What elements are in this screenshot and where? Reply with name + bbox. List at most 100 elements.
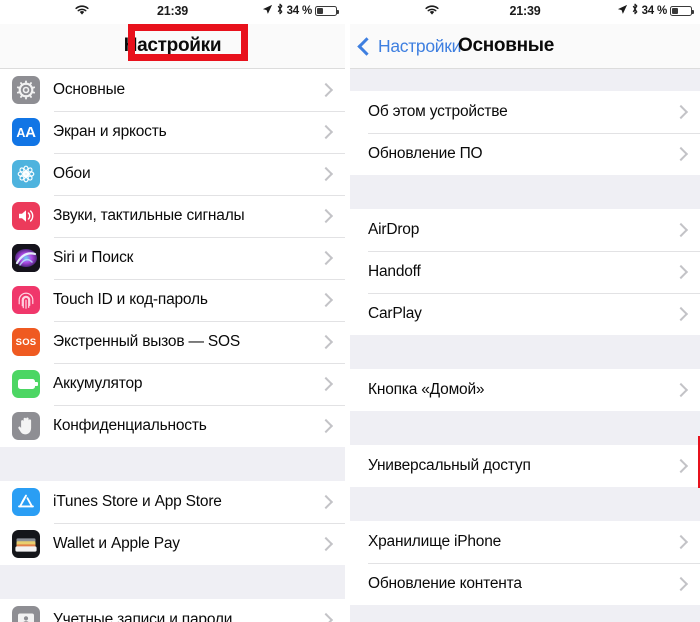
sidebar-item-label: Touch ID и код-пароль xyxy=(53,291,208,308)
chevron-right-icon xyxy=(673,306,689,322)
chevron-right-icon xyxy=(673,222,689,238)
chevron-right-icon xyxy=(318,494,334,510)
sidebar-item-2[interactable]: AA Экран и яркость xyxy=(0,111,345,153)
list-item[interactable]: Об этом устройстве xyxy=(350,91,700,133)
sidebar-item-5[interactable]: Siri и Поиск xyxy=(0,237,345,279)
sidebar-item-4[interactable]: Звуки, тактильные сигналы xyxy=(0,195,345,237)
status-right-cluster: 34 % xyxy=(617,3,695,18)
right-phone-screen: 21:39 34 % Настройки Основные Об этом ус… xyxy=(350,0,700,622)
chevron-right-icon xyxy=(318,124,334,140)
settings-group: Основные AA Экран и яркость Обои Звуки, такт… xyxy=(0,69,345,447)
list-item[interactable]: Кнопка «Домой» xyxy=(350,369,700,411)
sidebar-item-8[interactable]: Аккумулятор xyxy=(0,363,345,405)
sidebar-item-label: Звуки, тактильные сигналы xyxy=(53,207,245,224)
chevron-right-icon xyxy=(318,292,334,308)
list-item-label: Handoff xyxy=(368,263,421,280)
list-group-gap xyxy=(0,565,345,599)
chevron-right-icon xyxy=(673,104,689,120)
sidebar-item-label: Обои xyxy=(53,165,91,182)
status-bar-right: 21:39 34 % xyxy=(350,0,700,24)
bluetooth-icon xyxy=(276,3,284,18)
settings-group: AirDrop Handoff CarPlay xyxy=(350,209,700,335)
settings-group: Универсальный доступ xyxy=(350,445,700,487)
privacy-hand-icon xyxy=(12,412,40,440)
sidebar-item-label: Экран и яркость xyxy=(53,123,167,140)
list-group-gap xyxy=(350,335,700,369)
location-arrow-icon xyxy=(617,4,628,18)
list-item-accessibility[interactable]: Универсальный доступ xyxy=(350,445,700,487)
settings-group: Об этом устройстве Обновление ПО xyxy=(350,91,700,175)
list-group-gap xyxy=(0,447,345,481)
list-item-label: Обновление контента xyxy=(368,575,522,592)
chevron-left-icon xyxy=(357,36,376,56)
list-item[interactable]: CarPlay xyxy=(350,293,700,335)
siri-icon xyxy=(12,244,40,272)
list-group-gap xyxy=(350,69,700,91)
chevron-right-icon xyxy=(318,536,334,552)
status-bar-left: 21:39 34 % xyxy=(0,0,345,24)
sidebar-item-label: Основные xyxy=(53,81,125,98)
sidebar-item-label: Учетные записи и пароли xyxy=(53,611,233,622)
list-item[interactable]: Обновление контента xyxy=(350,563,700,605)
sidebar-item-7[interactable]: SOS Экстренный вызов — SOS xyxy=(0,321,345,363)
left-phone-screen: 21:39 34 % Настройки Основные AA Экран и… xyxy=(0,0,345,622)
chevron-right-icon xyxy=(318,250,334,266)
chevron-right-icon xyxy=(673,382,689,398)
sounds-haptics-icon xyxy=(12,202,40,230)
general-settings-list[interactable]: Об этом устройстве Обновление ПО AirDrop Ha… xyxy=(350,69,700,622)
list-item-label: Обновление ПО xyxy=(368,145,483,162)
settings-group: iTunes Store и App Store Wallet и Apple P… xyxy=(0,481,345,565)
bluetooth-icon xyxy=(631,3,639,18)
sidebar-item-label: Конфиденциальность xyxy=(53,417,207,434)
list-group-gap xyxy=(350,411,700,445)
list-item-label: Универсальный доступ xyxy=(368,457,531,474)
chevron-right-icon xyxy=(318,166,334,182)
battery-percent-label: 34 % xyxy=(641,4,668,17)
battery-percent-label: 34 % xyxy=(286,4,313,17)
chevron-right-icon xyxy=(318,612,334,622)
sidebar-item-1[interactable]: Учетные записи и пароли xyxy=(0,599,345,622)
chevron-right-icon xyxy=(673,534,689,550)
sidebar-item-3[interactable]: Обои xyxy=(0,153,345,195)
chevron-right-icon xyxy=(318,82,334,98)
display-brightness-icon: AA xyxy=(12,118,40,146)
sidebar-item-1[interactable]: Основные xyxy=(0,69,345,111)
list-item[interactable]: Обновление ПО xyxy=(350,133,700,175)
chevron-right-icon xyxy=(673,146,689,162)
list-item-label: CarPlay xyxy=(368,305,422,322)
page-title: Настройки xyxy=(123,35,222,56)
list-item[interactable]: Handoff xyxy=(350,251,700,293)
sidebar-item-6[interactable]: Touch ID и код-пароль xyxy=(0,279,345,321)
status-right-cluster: 34 % xyxy=(262,3,340,18)
sidebar-item-2[interactable]: Wallet и Apple Pay xyxy=(0,523,345,565)
list-item-label: AirDrop xyxy=(368,221,420,238)
touch-id-icon xyxy=(12,286,40,314)
list-group-gap xyxy=(350,487,700,521)
chevron-right-icon xyxy=(673,576,689,592)
settings-group: Хранилище iPhone Обновление контента xyxy=(350,521,700,605)
location-arrow-icon xyxy=(262,4,273,18)
settings-list-left[interactable]: Основные AA Экран и яркость Обои Звуки, такт… xyxy=(0,69,345,622)
sos-icon: SOS xyxy=(12,328,40,356)
list-item[interactable]: AirDrop xyxy=(350,209,700,251)
list-item-label: Хранилище iPhone xyxy=(368,533,502,550)
accounts-passwords-icon xyxy=(12,606,40,622)
battery-icon xyxy=(12,370,40,398)
sidebar-item-label: Wallet и Apple Pay xyxy=(53,535,180,552)
left-nav-bar: Настройки xyxy=(0,24,345,69)
battery-fill xyxy=(317,7,324,14)
sidebar-item-label: Аккумулятор xyxy=(53,375,143,392)
chevron-right-icon xyxy=(318,418,334,434)
sidebar-item-1[interactable]: iTunes Store и App Store xyxy=(0,481,345,523)
sidebar-item-9[interactable]: Конфиденциальность xyxy=(0,405,345,447)
wallpaper-icon xyxy=(12,160,40,188)
list-item[interactable]: Хранилище iPhone xyxy=(350,521,700,563)
settings-group: Учетные записи и пароли xyxy=(0,599,345,622)
list-item-label: Об этом устройстве xyxy=(368,103,508,120)
chevron-right-icon xyxy=(318,208,334,224)
chevron-right-icon xyxy=(318,334,334,350)
back-button[interactable]: Настройки xyxy=(357,36,461,57)
battery-icon xyxy=(315,5,340,16)
gear-icon xyxy=(12,76,40,104)
right-nav-bar: Настройки Основные xyxy=(350,24,700,69)
